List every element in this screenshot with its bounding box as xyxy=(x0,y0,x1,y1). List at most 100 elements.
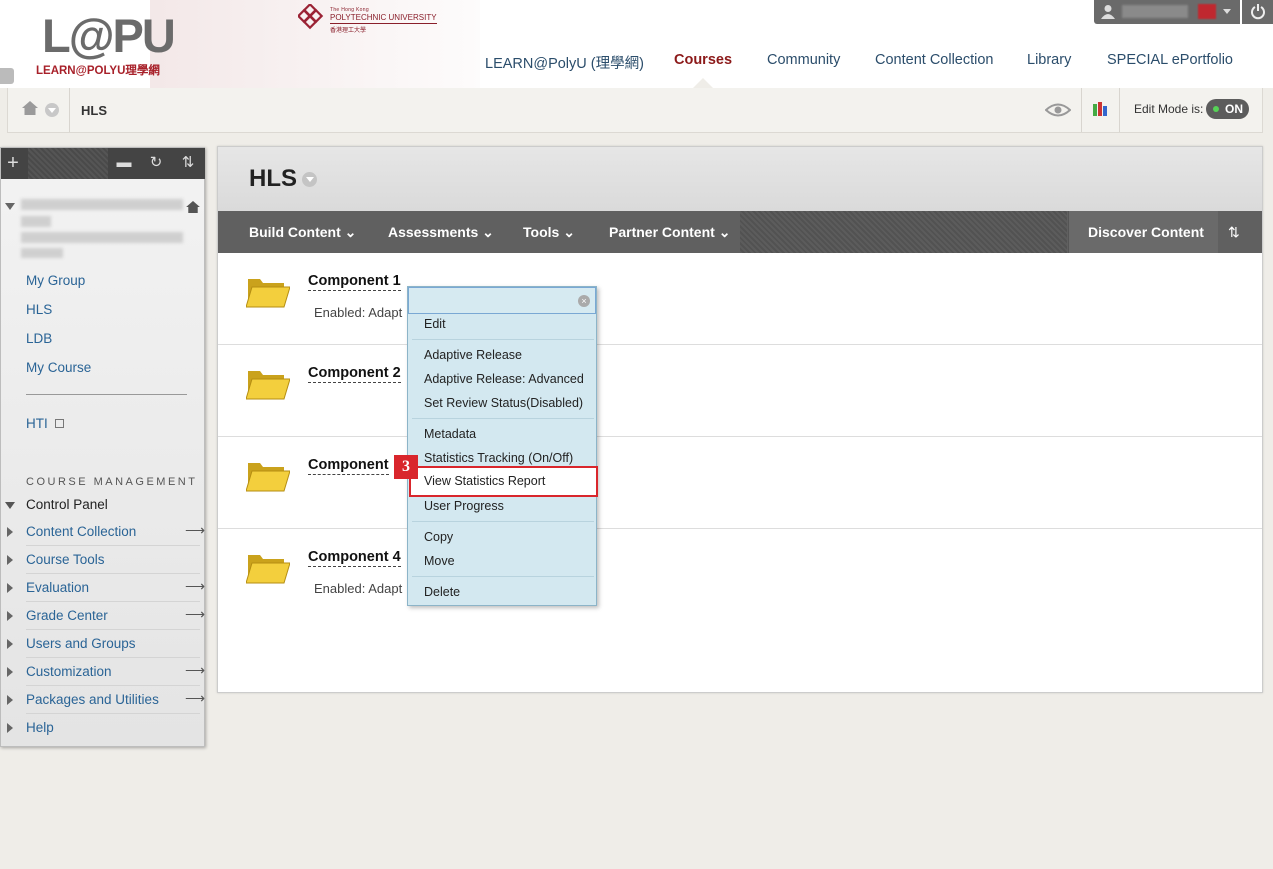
content-item-title[interactable]: Component 4 xyxy=(308,549,401,567)
menu-item-ldb[interactable]: LDB xyxy=(26,331,52,346)
nav-library[interactable]: Library xyxy=(1027,52,1071,70)
edit-mode-toggle[interactable]: ON xyxy=(1206,99,1249,119)
control-panel-customization[interactable]: Customization ⟶ xyxy=(1,658,206,686)
menu-item-delete[interactable]: Delete xyxy=(424,585,460,599)
nav-courses[interactable]: Courses xyxy=(674,52,732,70)
control-panel-heading[interactable]: Control Panel xyxy=(26,497,108,512)
arrow-right-icon: ⟶ xyxy=(185,662,206,678)
course-menu-toolbar: + ▬ ↻ ⇅ xyxy=(1,148,205,179)
logout-button[interactable] xyxy=(1242,0,1273,24)
student-preview-icon[interactable] xyxy=(1045,101,1071,119)
assessments-menu[interactable]: Assessments ⌄ xyxy=(388,224,494,241)
content-item-title[interactable]: Component 1 xyxy=(308,273,401,291)
refresh-icon[interactable]: ↻ xyxy=(147,154,165,172)
discover-content-button[interactable]: Discover Content xyxy=(1068,211,1218,253)
breadcrumb: HLS Edit Mode is: ON xyxy=(7,88,1263,133)
external-link-icon xyxy=(54,419,64,428)
content-item: Component 2 xyxy=(218,345,1262,437)
menu-item-statistics-tracking[interactable]: Statistics Tracking (On/Off) xyxy=(424,451,573,465)
content-item-status: Enabled: Adapt xyxy=(314,305,403,320)
control-panel-evaluation[interactable]: Evaluation ⟶ xyxy=(1,574,206,602)
context-menu-header[interactable]: × xyxy=(408,287,596,314)
close-icon[interactable]: × xyxy=(578,295,590,307)
polyu-emblem-icon xyxy=(298,4,324,30)
menu-item-copy[interactable]: Copy xyxy=(424,530,453,544)
build-content-menu[interactable]: Build Content ⌄ xyxy=(249,224,356,241)
arrow-right-icon: ⟶ xyxy=(185,606,206,622)
folder-icon xyxy=(246,555,290,584)
tools-menu[interactable]: Tools ⌄ xyxy=(523,224,575,241)
menu-item-adaptive-release-advanced[interactable]: Adaptive Release: Advanced xyxy=(424,372,584,386)
menu-item-view-statistics-report[interactable]: View Statistics Report xyxy=(409,466,598,497)
menu-item-adaptive-release[interactable]: Adaptive Release xyxy=(424,348,522,362)
chevron-down-icon[interactable] xyxy=(45,103,59,117)
menu-item-move[interactable]: Move xyxy=(424,554,455,568)
course-management-heading: COURSE MANAGEMENT xyxy=(26,476,198,488)
folder-icon xyxy=(246,279,290,308)
menu-item-metadata[interactable]: Metadata xyxy=(424,427,476,441)
content-item: Component 4 Enabled: Adapt xyxy=(218,529,1262,621)
arrow-right-icon: ⟶ xyxy=(185,522,206,538)
content-item: Component xyxy=(218,437,1262,529)
course-title-redacted xyxy=(21,232,183,243)
menu-item-hti[interactable]: HTI xyxy=(26,416,64,431)
menu-item-user-progress[interactable]: User Progress xyxy=(424,499,504,513)
menu-divider xyxy=(26,394,187,395)
control-panel-help[interactable]: Help xyxy=(1,714,204,742)
folder-view-icon[interactable]: ▬ xyxy=(115,154,133,172)
add-menu-item-icon[interactable]: + xyxy=(4,153,22,173)
home-icon[interactable] xyxy=(22,101,38,115)
menu-item-my-course[interactable]: My Course xyxy=(26,360,91,375)
univ-chinese-name: 香港理工大學 xyxy=(330,28,367,34)
folder-icon xyxy=(246,371,290,400)
content-item-title[interactable]: Component 2 xyxy=(308,365,401,383)
arrow-right-icon: ⟶ xyxy=(185,578,206,594)
control-panel-course-tools[interactable]: Course Tools xyxy=(1,546,204,574)
nav-special-eportfolio[interactable]: SPECIAL ePortfolio xyxy=(1107,52,1233,70)
nav-content-collection[interactable]: Content Collection xyxy=(875,52,994,70)
control-panel-users-and-groups[interactable]: Users and Groups xyxy=(1,630,204,658)
step-badge: 3 xyxy=(394,455,418,479)
user-icon xyxy=(1101,5,1115,19)
chevron-down-icon: ⌄ xyxy=(344,224,357,240)
site-logo[interactable]: L@PU xyxy=(42,10,176,62)
link-icon[interactable] xyxy=(0,68,14,84)
course-title-redacted xyxy=(21,216,51,227)
folder-icon xyxy=(246,463,290,492)
power-icon xyxy=(1251,4,1265,20)
menu-item-my-group[interactable]: My Group xyxy=(26,273,85,288)
content-item-title[interactable]: Component xyxy=(308,457,389,475)
collapse-course-icon[interactable] xyxy=(5,203,15,210)
menu-item-set-review-status[interactable]: Set Review Status(Disabled) xyxy=(424,396,583,410)
color-palette-icon[interactable] xyxy=(1093,102,1107,116)
notification-badge[interactable] xyxy=(1198,4,1216,19)
chevron-down-icon[interactable] xyxy=(302,172,317,187)
menu-item-hls[interactable]: HLS xyxy=(26,302,52,317)
page-title: HLS xyxy=(249,165,297,192)
content-item: Component 1 Enabled: Adapt xyxy=(218,253,1262,345)
active-nav-indicator xyxy=(693,78,713,88)
breadcrumb-current: HLS xyxy=(81,103,107,118)
chevron-down-icon xyxy=(1223,9,1231,14)
partner-content-menu[interactable]: Partner Content ⌄ xyxy=(609,224,730,241)
sort-icon[interactable]: ⇅ xyxy=(179,154,197,172)
content-item-status: Enabled: Adapt xyxy=(314,581,403,596)
control-panel-packages-and-utilities[interactable]: Packages and Utilities ⟶ xyxy=(1,686,205,714)
control-panel-content-collection[interactable]: Content Collection ⟶ xyxy=(1,518,206,546)
chevron-down-icon: ⌄ xyxy=(482,224,494,240)
course-home-icon[interactable] xyxy=(186,201,200,213)
nav-learn-polyu[interactable]: LEARN@PolyU (理學網) xyxy=(485,52,644,72)
reorder-icon[interactable]: ⇅ xyxy=(1228,224,1240,241)
username-redacted xyxy=(1122,5,1188,18)
edit-mode-label: Edit Mode is: xyxy=(1134,102,1204,116)
chevron-down-icon: ⌄ xyxy=(718,224,731,240)
collapse-icon[interactable] xyxy=(5,502,15,509)
nav-community[interactable]: Community xyxy=(767,52,840,70)
chevron-down-icon: ⌄ xyxy=(563,224,575,240)
site-logo-subtitle: LEARN@POLYU理學網 xyxy=(36,65,160,77)
user-menu[interactable] xyxy=(1094,0,1240,24)
control-panel-grade-center[interactable]: Grade Center ⟶ xyxy=(1,602,206,630)
menu-item-edit[interactable]: Edit xyxy=(424,317,446,331)
course-title-redacted xyxy=(21,248,63,258)
course-title-redacted xyxy=(21,199,183,210)
